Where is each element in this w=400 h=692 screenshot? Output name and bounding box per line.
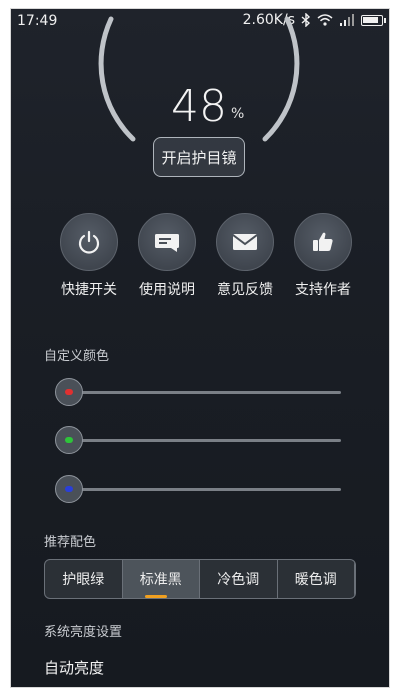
preset-segmented-control: 护眼绿 标准黑 冷色调 暖色调 [44,559,356,599]
battery-icon [361,14,386,26]
preset-warm-tone[interactable]: 暖色调 [278,560,355,598]
signal-icon [340,14,354,26]
slider-thumb[interactable] [55,378,83,406]
power-icon [60,213,118,271]
blue-slider[interactable] [55,474,341,504]
blue-dot [65,486,73,492]
gauge-unit: % [231,106,245,122]
wifi-icon [317,14,333,26]
slider-track [65,439,341,442]
mail-icon [216,213,274,271]
instructions-button[interactable]: 使用说明 [127,213,207,299]
support-author-button[interactable]: 支持作者 [283,213,363,299]
system-brightness-title: 系统亮度设置 [44,625,123,640]
green-dot [65,437,73,443]
recommended-colors-title: 推荐配色 [44,535,97,550]
red-dot [65,389,73,395]
action-label: 快捷开关 [61,282,117,298]
slider-thumb[interactable] [55,426,83,454]
selected-indicator [145,595,167,598]
enable-eye-protection-button[interactable]: 开启护目镜 [153,137,245,177]
quick-switch-button[interactable]: 快捷开关 [49,213,129,299]
red-slider[interactable] [55,377,341,407]
action-label: 意见反馈 [217,282,273,298]
action-label: 使用说明 [139,282,195,298]
thumbs-up-icon [294,213,352,271]
status-time: 17:49 [17,13,58,29]
preset-cool-tone[interactable]: 冷色调 [200,560,278,598]
gauge-value: 48 [171,81,227,132]
green-slider[interactable] [55,425,341,455]
slider-track [65,488,341,491]
preset-eye-green[interactable]: 护眼绿 [45,560,123,598]
app-screen: 17:49 2.60K/s 48 % 开启护目镜 快捷开关 使用说明 意见反馈 … [10,8,390,688]
slider-track [65,391,341,394]
auto-brightness-label[interactable]: 自动亮度 [44,657,104,678]
custom-color-title: 自定义颜色 [44,349,110,364]
action-row: 快捷开关 使用说明 意见反馈 支持作者 [11,213,389,303]
slider-thumb[interactable] [55,475,83,503]
message-icon [138,213,196,271]
action-label: 支持作者 [295,282,351,298]
preset-standard-black[interactable]: 标准黑 [122,560,200,598]
feedback-button[interactable]: 意见反馈 [205,213,285,299]
